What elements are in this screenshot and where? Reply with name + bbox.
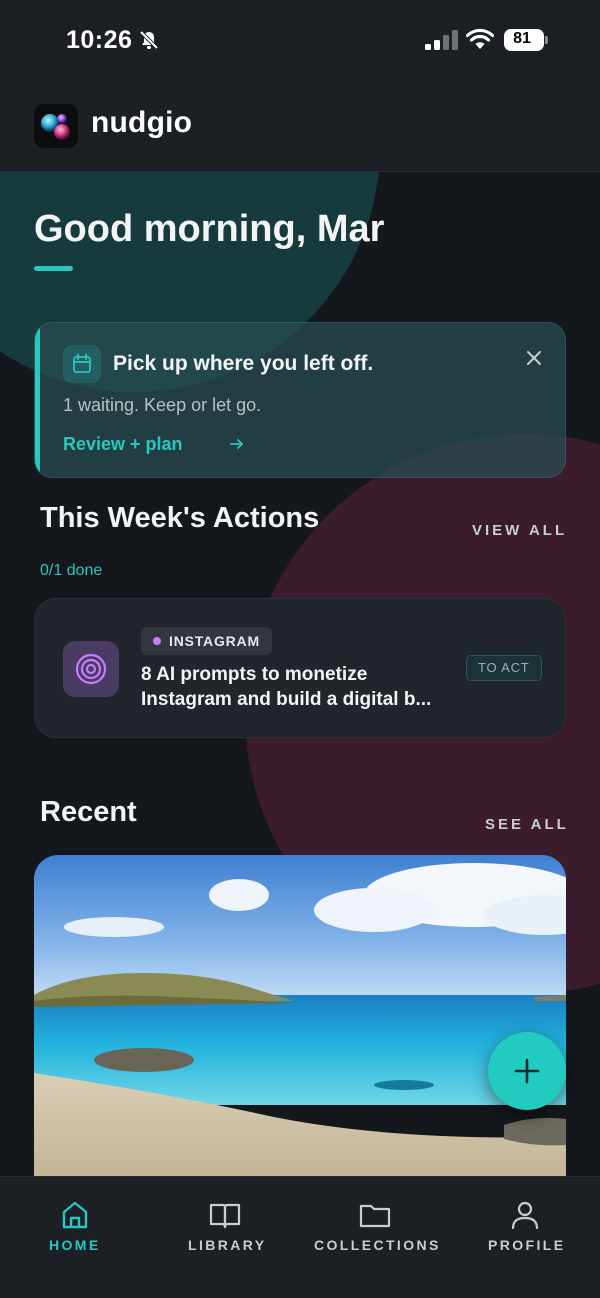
plus-icon <box>514 1058 540 1084</box>
folder-icon <box>359 1204 391 1228</box>
action-title: 8 AI prompts to monetize Instagram and b… <box>141 664 432 710</box>
tab-label-collections: COLLECTIONS <box>314 1237 441 1253</box>
battery-level: 81 <box>513 30 531 47</box>
user-icon <box>511 1201 539 1230</box>
add-button[interactable] <box>488 1032 566 1110</box>
greeting-underline <box>34 266 73 271</box>
review-plan-link[interactable]: Review + plan <box>63 434 183 455</box>
bell-off-icon <box>139 30 159 50</box>
tab-profile[interactable]: PROFILE <box>480 1177 570 1267</box>
battery-cap <box>545 36 548 44</box>
tab-label-home: HOME <box>49 1237 101 1253</box>
status-badge: TO ACT <box>466 655 542 681</box>
calendar-icon <box>63 345 101 383</box>
tab-bar: HOME LIBRARY COLLECTIONS PROFILE <box>0 1176 600 1298</box>
greeting-title: Good morning, Mar <box>34 208 385 250</box>
bubbles-logo-icon <box>41 114 70 140</box>
app-header: nudgio <box>0 82 600 172</box>
target-icon <box>63 641 119 697</box>
view-all-link[interactable]: VIEW ALL <box>472 522 567 539</box>
actions-progress: 0/1 done <box>40 562 103 579</box>
tab-label-library: LIBRARY <box>188 1237 267 1253</box>
recent-item-card[interactable] <box>34 855 566 1176</box>
arrow-right-icon[interactable] <box>229 436 245 452</box>
tab-collections[interactable]: COLLECTIONS <box>310 1177 440 1267</box>
pickup-card-accent <box>35 323 40 477</box>
beach-photo <box>34 855 566 1176</box>
status-bar: 10:26 81 <box>0 0 600 82</box>
actions-section-title: This Week's Actions <box>40 502 320 534</box>
pickup-title: Pick up where you left off. <box>113 352 374 375</box>
book-icon <box>209 1203 241 1229</box>
tab-home[interactable]: HOME <box>30 1177 120 1267</box>
platform-chip: INSTAGRAM <box>141 627 272 655</box>
recent-section-title: Recent <box>40 796 137 828</box>
tab-label-profile: PROFILE <box>488 1237 566 1253</box>
wifi-icon <box>466 28 494 49</box>
see-all-link[interactable]: SEE ALL <box>485 816 569 833</box>
cellular-signal-icon <box>425 30 458 50</box>
platform-dot <box>153 637 161 645</box>
pickup-subtitle: 1 waiting. Keep or let go. <box>63 395 262 415</box>
home-icon <box>62 1201 88 1229</box>
platform-label: INSTAGRAM <box>169 633 260 649</box>
app-name: nudgio <box>91 106 193 139</box>
battery-indicator: 81 <box>504 29 548 51</box>
home-content[interactable]: Good morning, Mar Pick up where you left… <box>0 172 600 1176</box>
status-time: 10:26 <box>66 26 133 54</box>
pickup-card[interactable]: Pick up where you left off. 1 waiting. K… <box>34 322 566 478</box>
tab-library[interactable]: LIBRARY <box>180 1177 270 1267</box>
app-logo[interactable] <box>34 104 78 148</box>
close-icon[interactable] <box>521 345 547 371</box>
action-card[interactable]: INSTAGRAM 8 AI prompts to monetize Insta… <box>34 598 566 738</box>
